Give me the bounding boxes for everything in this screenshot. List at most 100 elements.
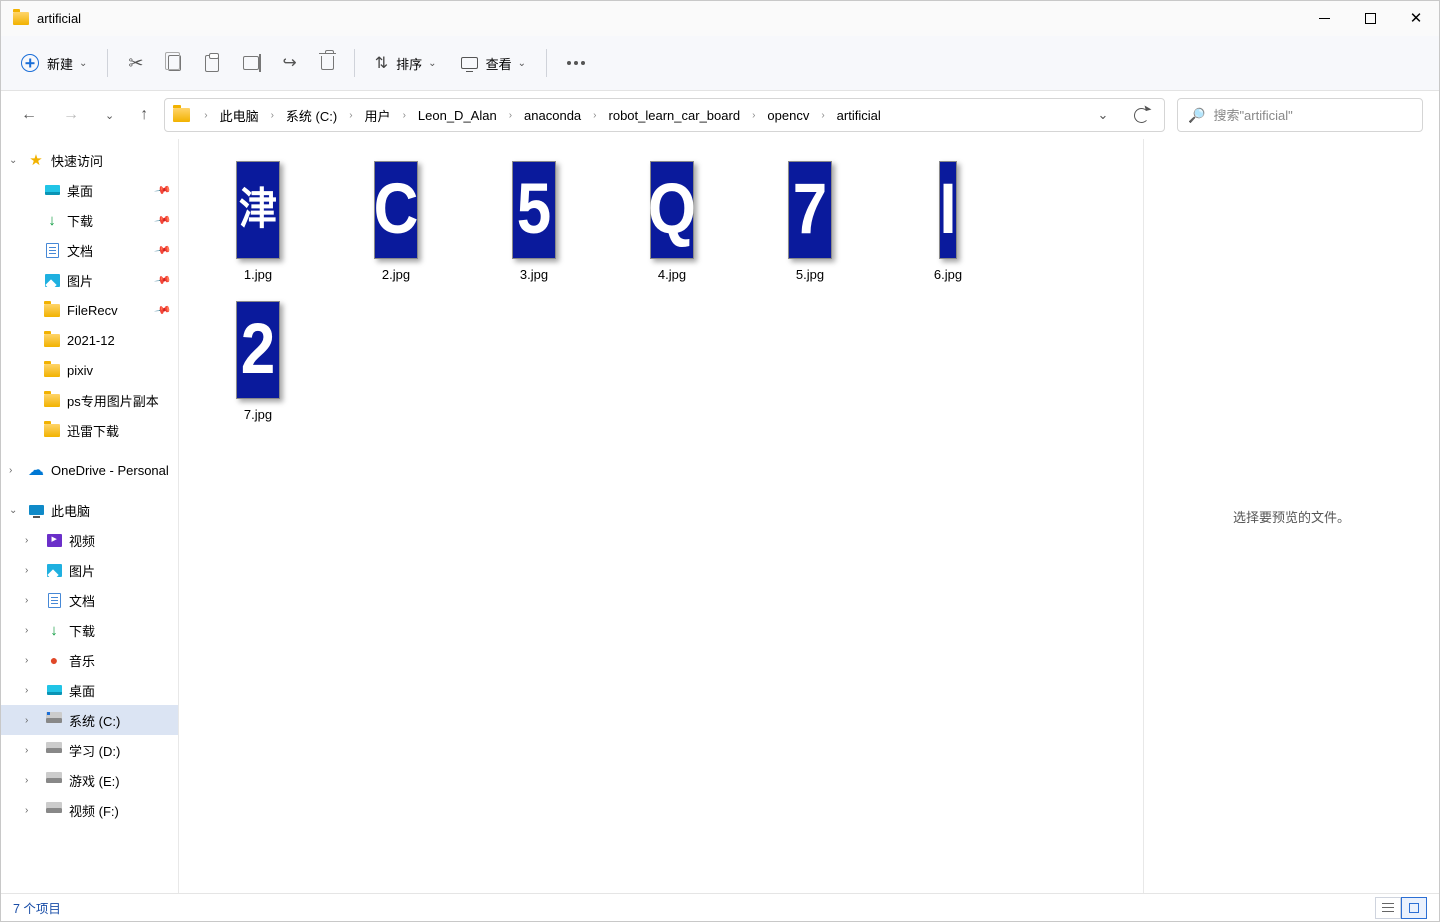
chevron-right-icon: ›	[265, 110, 280, 121]
file-name: 2.jpg	[382, 267, 410, 282]
tree-drive-c[interactable]: ›系统 (C:)	[1, 705, 178, 735]
file-thumbnail: C	[374, 161, 418, 259]
file-item[interactable]: 53.jpg	[465, 155, 603, 295]
refresh-button[interactable]	[1124, 99, 1158, 131]
tree-documents[interactable]: 文档📌	[1, 235, 178, 265]
sort-button[interactable]: ⇅ 排序 ⌄	[365, 45, 447, 81]
up-button[interactable]: ↑	[136, 102, 152, 128]
tree-desktop[interactable]: 桌面📌	[1, 175, 178, 205]
breadcrumb-item[interactable]: opencv	[763, 104, 813, 127]
tree-drive-e[interactable]: ›游戏 (E:)	[1, 765, 178, 795]
tree-onedrive[interactable]: ›☁OneDrive - Personal	[1, 455, 178, 485]
tree-filerecv[interactable]: FileRecv📌	[1, 295, 178, 325]
tree-documents-2[interactable]: ›文档	[1, 585, 178, 615]
close-button[interactable]: ✕	[1393, 1, 1439, 36]
file-name: 4.jpg	[658, 267, 686, 282]
file-item[interactable]: 27.jpg	[189, 295, 327, 435]
folder-icon	[44, 304, 60, 317]
more-icon	[567, 61, 585, 65]
document-icon	[46, 243, 59, 258]
chevron-down-icon: ⌄	[518, 58, 526, 69]
pin-icon: 📌	[154, 211, 173, 230]
copy-button[interactable]	[158, 45, 191, 81]
file-item[interactable]: Q4.jpg	[603, 155, 741, 295]
window-title: artificial	[37, 11, 81, 26]
rename-button[interactable]	[233, 45, 269, 81]
view-button[interactable]: 查看 ⌄	[451, 45, 536, 81]
refresh-icon	[1134, 108, 1149, 123]
music-icon: ●	[45, 651, 63, 669]
tree-downloads-2[interactable]: ›↓下载	[1, 615, 178, 645]
breadcrumb-item[interactable]: robot_learn_car_board	[605, 104, 745, 127]
tree-pictures[interactable]: 图片📌	[1, 265, 178, 295]
file-item[interactable]: 津1.jpg	[189, 155, 327, 295]
breadcrumb[interactable]: › 此电脑 › 系统 (C:) › 用户 › Leon_D_Alan › ana…	[164, 98, 1165, 132]
search-input[interactable]	[1213, 108, 1412, 123]
back-button[interactable]: ←	[17, 102, 41, 128]
more-button[interactable]	[557, 45, 595, 81]
breadcrumb-dropdown[interactable]: ⌄	[1086, 99, 1120, 131]
tree-downloads[interactable]: ↓下载📌	[1, 205, 178, 235]
drive-icon	[46, 748, 62, 753]
folder-icon	[44, 394, 60, 407]
paste-button[interactable]	[195, 45, 229, 81]
tree-ps-copy[interactable]: ps专用图片副本	[1, 385, 178, 415]
recent-button[interactable]: ⌄	[101, 105, 118, 126]
tree-xunlei[interactable]: 迅雷下载	[1, 415, 178, 445]
breadcrumb-item[interactable]: artificial	[833, 104, 885, 127]
folder-icon	[13, 12, 29, 25]
view-icon	[461, 57, 478, 69]
folder-icon	[44, 334, 60, 347]
details-view-button[interactable]	[1375, 897, 1401, 919]
tree-quick-access[interactable]: ⌄ ★ 快速访问	[1, 145, 178, 175]
tree-pictures-2[interactable]: ›图片	[1, 555, 178, 585]
share-icon: ↪	[283, 53, 297, 73]
star-icon: ★	[27, 151, 45, 169]
copy-icon	[168, 55, 181, 71]
tree-music[interactable]: ›●音乐	[1, 645, 178, 675]
navigation-tree[interactable]: ⌄ ★ 快速访问 桌面📌 ↓下载📌 文档📌 图片📌 FileRecv📌 2021…	[1, 139, 179, 893]
cut-button[interactable]: ✂	[118, 45, 153, 81]
file-item[interactable]: C 2.jpg	[327, 155, 465, 295]
search-box[interactable]: 🔍	[1177, 98, 1423, 132]
tree-video[interactable]: ›视频	[1, 525, 178, 555]
desktop-icon	[47, 685, 62, 695]
file-list[interactable]: 津1.jpg C 2.jpg 53.jpgQ4.jpg75.jpgI6.jpg 27.j…	[179, 139, 1143, 893]
tree-2021-12[interactable]: 2021-12	[1, 325, 178, 355]
tree-pixiv[interactable]: pixiv	[1, 355, 178, 385]
file-name: 3.jpg	[520, 267, 548, 282]
breadcrumb-item[interactable]: 用户	[361, 102, 395, 129]
chevron-right-icon: ›	[25, 775, 39, 786]
scissors-icon: ✂	[128, 53, 143, 74]
chevron-right-icon: ›	[25, 565, 39, 576]
tree-drive-f[interactable]: ›视频 (F:)	[1, 795, 178, 825]
chevron-right-icon: ›	[397, 110, 412, 121]
breadcrumb-item[interactable]: 此电脑	[216, 102, 263, 129]
new-button[interactable]: 新建 ⌄	[11, 45, 97, 81]
tree-this-pc[interactable]: ⌄此电脑	[1, 495, 178, 525]
breadcrumb-item[interactable]: Leon_D_Alan	[414, 104, 501, 127]
file-item[interactable]: 75.jpg	[741, 155, 879, 295]
pc-icon	[29, 505, 44, 515]
breadcrumb-item[interactable]: anaconda	[520, 104, 585, 127]
minimize-button[interactable]	[1301, 1, 1347, 36]
forward-button[interactable]: →	[59, 102, 83, 128]
desktop-icon	[45, 185, 60, 195]
tree-desktop-2[interactable]: ›桌面	[1, 675, 178, 705]
chevron-right-icon: ›	[25, 625, 39, 636]
toolbar: 新建 ⌄ ✂ ↪ ⇅ 排序 ⌄ 查看 ⌄	[1, 36, 1439, 91]
drive-icon	[46, 718, 62, 723]
delete-button[interactable]	[311, 45, 344, 81]
file-name: 7.jpg	[244, 407, 272, 422]
tree-drive-d[interactable]: ›学习 (D:)	[1, 735, 178, 765]
chevron-right-icon: ›	[25, 595, 39, 606]
folder-icon	[173, 108, 190, 122]
maximize-button[interactable]	[1347, 1, 1393, 36]
file-name: 1.jpg	[244, 267, 272, 282]
file-item[interactable]: I6.jpg	[879, 155, 1017, 295]
icons-view-button[interactable]	[1401, 897, 1427, 919]
breadcrumb-item[interactable]: 系统 (C:)	[282, 102, 341, 129]
pin-icon: 📌	[154, 181, 173, 200]
share-button[interactable]: ↪	[273, 45, 307, 81]
chevron-right-icon: ›	[587, 110, 602, 121]
